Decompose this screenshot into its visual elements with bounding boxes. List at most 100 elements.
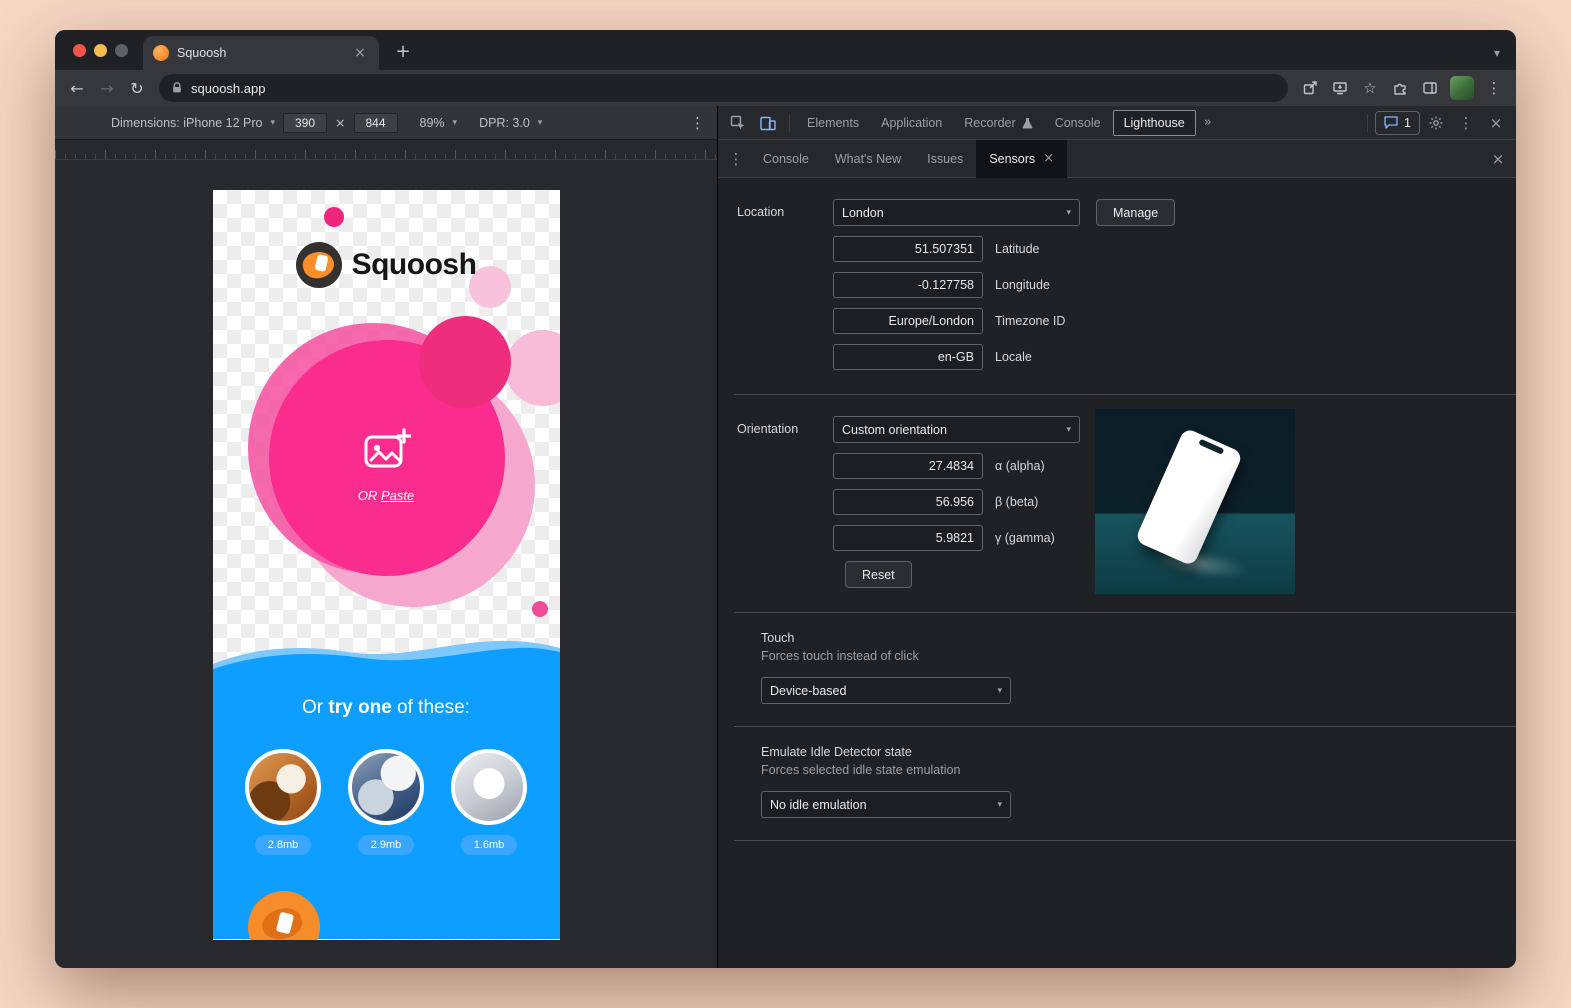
drawer-menu-kebab-icon[interactable]: ⋮ (722, 146, 750, 172)
phone-3d-model (1135, 427, 1244, 566)
add-image-icon (363, 428, 411, 472)
touch-title: Touch (761, 631, 1500, 645)
device-toolbar-kebab-icon[interactable]: ⋮ (690, 114, 705, 132)
phone-reflection (1152, 544, 1251, 585)
drawer-tab-console[interactable]: Console (750, 140, 822, 178)
issues-counter-button[interactable]: 1 (1375, 111, 1420, 135)
drawer-close-icon[interactable]: × (1484, 146, 1512, 172)
beta-label: β (beta) (995, 495, 1038, 509)
try-pre: Or (302, 697, 328, 718)
squoosh-wordmark: Squoosh (352, 248, 477, 282)
location-select[interactable]: London ▾ (833, 199, 1080, 226)
zoom-window-button[interactable] (115, 44, 128, 57)
browser-menu-kebab-icon[interactable]: ⋮ (1480, 74, 1508, 102)
sample-item: 2.8mb (245, 749, 321, 855)
sample-item: 2.9mb (348, 749, 424, 855)
idle-select[interactable]: No idle emulation ▾ (761, 791, 1011, 818)
message-bubble-icon (1384, 116, 1398, 129)
gamma-input[interactable] (833, 525, 983, 551)
tab-application[interactable]: Application (871, 110, 952, 136)
devtools-main-bar: Elements Application Recorder Console Li… (718, 106, 1516, 140)
content-area: Dimensions: iPhone 12 Pro ▾ × 89% ▾ DPR:… (55, 106, 1516, 968)
share-icon[interactable] (1296, 74, 1324, 102)
latitude-label: Latitude (995, 242, 1039, 256)
tab-recorder[interactable]: Recorder (954, 110, 1042, 136)
tab-elements[interactable]: Elements (797, 110, 869, 136)
longitude-label: Longitude (995, 278, 1050, 292)
idle-title: Emulate Idle Detector state (761, 745, 1500, 759)
close-window-button[interactable] (73, 44, 86, 57)
sensors-panel: Location London ▾ Manage Latitude (718, 178, 1516, 968)
tab-search-chevron-icon[interactable]: ▾ (1494, 46, 1500, 60)
dpr-dropdown[interactable]: DPR: 3.0 (479, 116, 530, 130)
browser-tab-squoosh[interactable]: Squoosh × (143, 36, 379, 70)
idle-detector-section: Emulate Idle Detector state Forces selec… (718, 727, 1516, 840)
manage-button[interactable]: Manage (1096, 199, 1175, 226)
tab-close-icon[interactable]: × (351, 44, 369, 62)
drawer-tab-whats-new[interactable]: What's New (822, 140, 914, 178)
zoom-dropdown[interactable]: 89% (420, 116, 445, 130)
device-toolbar-toggle-icon[interactable] (754, 110, 782, 136)
image-drop-target[interactable] (363, 428, 411, 477)
more-tabs-icon[interactable]: » (1198, 115, 1218, 130)
devtools-settings-gear-icon[interactable] (1422, 110, 1450, 136)
squoosh-logo: Squoosh (213, 242, 560, 288)
devtools-close-icon[interactable]: × (1482, 110, 1510, 136)
drawer-tab-sensors[interactable]: Sensors × (976, 140, 1067, 178)
address-bar[interactable]: squoosh.app (159, 74, 1288, 102)
sample-item: 1.6mb (451, 749, 527, 855)
orientation-label: Orientation (737, 416, 833, 588)
profile-avatar[interactable] (1450, 76, 1474, 100)
device-viewport: Squoosh OR Paste (213, 190, 560, 940)
sample-size-badge: 2.9mb (358, 835, 414, 855)
devtools-menu-kebab-icon[interactable]: ⋮ (1452, 110, 1480, 136)
device-height-input[interactable] (354, 113, 398, 133)
location-section: Location London ▾ Manage Latitude (718, 178, 1516, 394)
device-emulation-pane: Dimensions: iPhone 12 Pro ▾ × 89% ▾ DPR:… (55, 106, 718, 968)
reload-button[interactable]: ↻ (123, 74, 151, 102)
inspect-element-icon[interactable] (724, 110, 752, 136)
side-panel-icon[interactable] (1416, 74, 1444, 102)
latitude-input[interactable] (833, 236, 983, 262)
dpr-caret-icon: ▾ (538, 118, 543, 128)
forward-button[interactable]: → (93, 74, 121, 102)
select-caret-icon: ▾ (1066, 208, 1071, 218)
extensions-puzzle-icon[interactable] (1386, 74, 1414, 102)
sensors-tab-close-icon[interactable]: × (1043, 151, 1054, 166)
paste-link[interactable]: Paste (381, 488, 414, 503)
minimize-window-button[interactable] (94, 44, 107, 57)
select-caret-icon: ▾ (997, 686, 1002, 696)
dimensions-dropdown[interactable]: Dimensions: iPhone 12 Pro (111, 116, 262, 130)
beta-input[interactable] (833, 489, 983, 515)
alpha-input[interactable] (833, 453, 983, 479)
tab-console[interactable]: Console (1045, 110, 1111, 136)
locale-input[interactable] (833, 344, 983, 370)
drawer-tab-issues[interactable]: Issues (914, 140, 976, 178)
try-bold: try one (328, 697, 391, 718)
pink-dot-decoration (324, 207, 344, 227)
timezone-label: Timezone ID (995, 314, 1065, 328)
sample-photo-2[interactable] (348, 749, 424, 825)
tab-lighthouse[interactable]: Lighthouse (1113, 110, 1196, 136)
orientation-preview[interactable] (1095, 409, 1295, 594)
touch-select[interactable]: Device-based ▾ (761, 677, 1011, 704)
lock-icon (171, 82, 183, 94)
dimensions-caret-icon: ▾ (270, 118, 275, 128)
reset-button[interactable]: Reset (845, 561, 912, 588)
sample-photo-1[interactable] (245, 749, 321, 825)
orientation-select[interactable]: Custom orientation ▾ (833, 416, 1080, 443)
alpha-label: α (alpha) (995, 459, 1045, 473)
install-app-icon[interactable] (1326, 74, 1354, 102)
bookmark-star-icon[interactable]: ☆ (1356, 74, 1384, 102)
timezone-input[interactable] (833, 308, 983, 334)
new-tab-button[interactable]: + (389, 37, 417, 65)
longitude-input[interactable] (833, 272, 983, 298)
zoom-caret-icon: ▾ (453, 118, 458, 128)
tab-title: Squoosh (177, 46, 343, 60)
sample-photo-3[interactable] (451, 749, 527, 825)
url-text: squoosh.app (191, 81, 265, 96)
orientation-section: Orientation Custom orientation ▾ α (alph… (718, 395, 1516, 612)
back-button[interactable]: ← (63, 74, 91, 102)
device-width-input[interactable] (283, 113, 327, 133)
touch-subtitle: Forces touch instead of click (761, 649, 1500, 663)
